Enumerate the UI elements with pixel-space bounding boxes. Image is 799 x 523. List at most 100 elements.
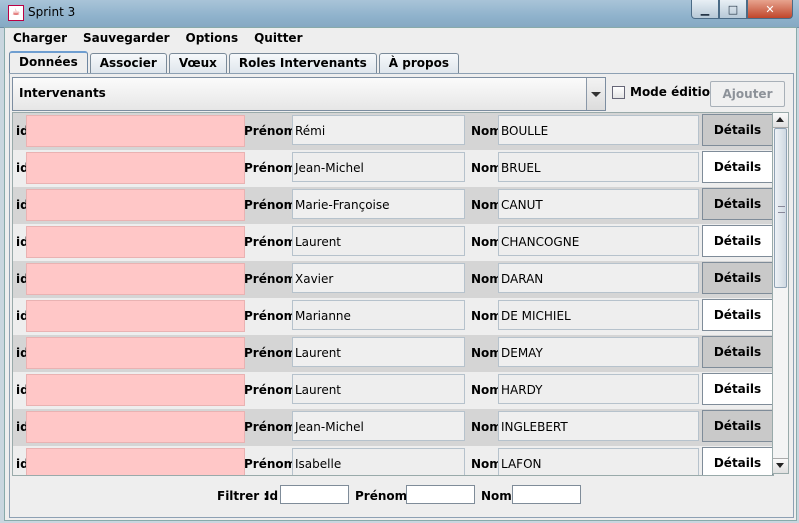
nom-field[interactable]: LAFON <box>498 448 699 475</box>
scroll-down-icon[interactable] <box>773 458 788 473</box>
id-field[interactable] <box>26 337 245 369</box>
filter-nom-input[interactable] <box>512 485 581 504</box>
details-button[interactable]: Détails <box>702 373 773 405</box>
prenom-label: Prénom <box>244 309 297 323</box>
nom-value: HARDY <box>501 383 543 397</box>
menu-bar: Charger Sauvegarder Options Quitter <box>5 28 796 49</box>
prenom-value: Laurent <box>295 235 342 249</box>
menu-options[interactable]: Options <box>178 28 247 49</box>
list-row: id Prénom Marie-Françoise Nom CANUT Détails <box>13 187 773 224</box>
prenom-value: Jean-Michel <box>295 420 364 434</box>
filter-id-input[interactable] <box>280 485 349 504</box>
tab-a-propos[interactable]: À propos <box>378 53 459 73</box>
id-field[interactable] <box>26 374 245 406</box>
list-row: id Prénom Laurent Nom DEMAY Détails <box>13 335 773 372</box>
prenom-value: Laurent <box>295 346 342 360</box>
nom-field[interactable]: INGLEBERT <box>498 411 699 441</box>
list-scrollbar[interactable] <box>772 112 789 474</box>
mode-edition-checkbox[interactable] <box>612 85 625 99</box>
prenom-field[interactable]: Laurent <box>292 337 465 367</box>
nom-field[interactable]: DEMAY <box>498 337 699 367</box>
details-button[interactable]: Détails <box>702 262 773 294</box>
mode-edition-label: Mode édition <box>630 85 719 99</box>
prenom-label: Prénom <box>244 420 297 434</box>
list-row: id Prénom Laurent Nom HARDY Détails <box>13 372 773 409</box>
tab-associer[interactable]: Associer <box>89 53 167 73</box>
nom-field[interactable]: DARAN <box>498 263 699 293</box>
tab-donnees[interactable]: Données <box>9 51 88 73</box>
id-field[interactable] <box>26 189 245 221</box>
maximize-icon[interactable]: □ <box>719 0 747 19</box>
main-window: Charger Sauvegarder Options Quitter Donn… <box>4 27 797 521</box>
details-button[interactable]: Détails <box>702 188 773 220</box>
close-icon[interactable]: ✕ <box>747 0 793 19</box>
nom-value: DEMAY <box>501 346 543 360</box>
prenom-label: Prénom <box>244 346 297 360</box>
nom-field[interactable]: CHANCOGNE <box>498 226 699 256</box>
id-field[interactable] <box>26 226 245 258</box>
prenom-field[interactable]: Isabelle <box>292 448 465 475</box>
nom-field[interactable]: HARDY <box>498 374 699 404</box>
prenom-field[interactable]: Marianne <box>292 300 465 330</box>
scroll-thumb[interactable] <box>774 128 787 288</box>
window-controls: ▁ □ ✕ <box>691 0 793 19</box>
prenom-field[interactable]: Marie-Françoise <box>292 189 465 219</box>
tab-voeux[interactable]: Vœux <box>168 53 227 73</box>
details-button[interactable]: Détails <box>702 447 773 475</box>
details-button[interactable]: Détails <box>702 225 773 257</box>
nom-field[interactable]: BRUEL <box>498 152 699 182</box>
filter-bar: Filtrer : Id Prénom Nom <box>10 479 793 509</box>
window-title: Sprint 3 <box>28 5 76 19</box>
nom-value: LAFON <box>501 457 542 471</box>
menu-quitter[interactable]: Quitter <box>246 28 310 49</box>
scroll-up-icon[interactable] <box>773 113 788 128</box>
id-field[interactable] <box>26 115 245 147</box>
nom-field[interactable]: CANUT <box>498 189 699 219</box>
prenom-field[interactable]: Jean-Michel <box>292 411 465 441</box>
nom-value: CHANCOGNE <box>501 235 580 249</box>
list-row: id Prénom Jean-Michel Nom BRUEL Détails <box>13 150 773 187</box>
filter-prenom-label: Prénom <box>355 489 408 503</box>
details-button[interactable]: Détails <box>702 410 773 442</box>
prenom-label: Prénom <box>244 272 297 286</box>
filter-nom-label: Nom <box>481 489 512 503</box>
id-field[interactable] <box>26 300 245 332</box>
filter-label: Filtrer : <box>217 489 269 503</box>
nom-field[interactable]: DE MICHIEL <box>498 300 699 330</box>
tab-roles-intervenants[interactable]: Roles Intervenants <box>228 53 377 73</box>
prenom-label: Prénom <box>244 457 297 471</box>
prenom-field[interactable]: Jean-Michel <box>292 152 465 182</box>
prenom-field[interactable]: Laurent <box>292 226 465 256</box>
donnees-panel: Intervenants Mode édition Ajouter id Prén… <box>9 73 794 518</box>
prenom-value: Marie-Françoise <box>295 198 390 212</box>
menu-charger[interactable]: Charger <box>5 28 75 49</box>
minimize-icon[interactable]: ▁ <box>691 0 719 19</box>
entity-type-combobox[interactable]: Intervenants <box>12 77 606 111</box>
prenom-value: Isabelle <box>295 457 342 471</box>
list-row: id Prénom Marianne Nom DE MICHIEL Détails <box>13 298 773 335</box>
mode-edition-toggle[interactable]: Mode édition <box>612 85 719 99</box>
menu-sauvegarder[interactable]: Sauvegarder <box>75 28 178 49</box>
filter-id-label: Id <box>265 489 279 503</box>
prenom-field[interactable]: Laurent <box>292 374 465 404</box>
prenom-label: Prénom <box>244 161 297 175</box>
details-button[interactable]: Détails <box>702 299 773 331</box>
details-button[interactable]: Détails <box>702 151 773 183</box>
details-button[interactable]: Détails <box>702 336 773 368</box>
id-field[interactable] <box>26 448 245 475</box>
prenom-field[interactable]: Rémi <box>292 115 465 145</box>
prenom-label: Prénom <box>244 124 297 138</box>
prenom-value: Rémi <box>295 124 326 138</box>
prenom-field[interactable]: Xavier <box>292 263 465 293</box>
chevron-down-icon[interactable] <box>586 78 605 110</box>
id-field[interactable] <box>26 263 245 295</box>
add-button[interactable]: Ajouter <box>710 81 785 107</box>
details-button[interactable]: Détails <box>702 114 773 146</box>
filter-prenom-input[interactable] <box>406 485 475 504</box>
nom-field[interactable]: BOULLE <box>498 115 699 145</box>
list-row: id Prénom Rémi Nom BOULLE Détails <box>13 113 773 150</box>
id-field[interactable] <box>26 152 245 184</box>
list-row: id Prénom Jean-Michel Nom INGLEBERT Détails <box>13 409 773 446</box>
id-field[interactable] <box>26 411 245 443</box>
nom-value: DARAN <box>501 272 544 286</box>
